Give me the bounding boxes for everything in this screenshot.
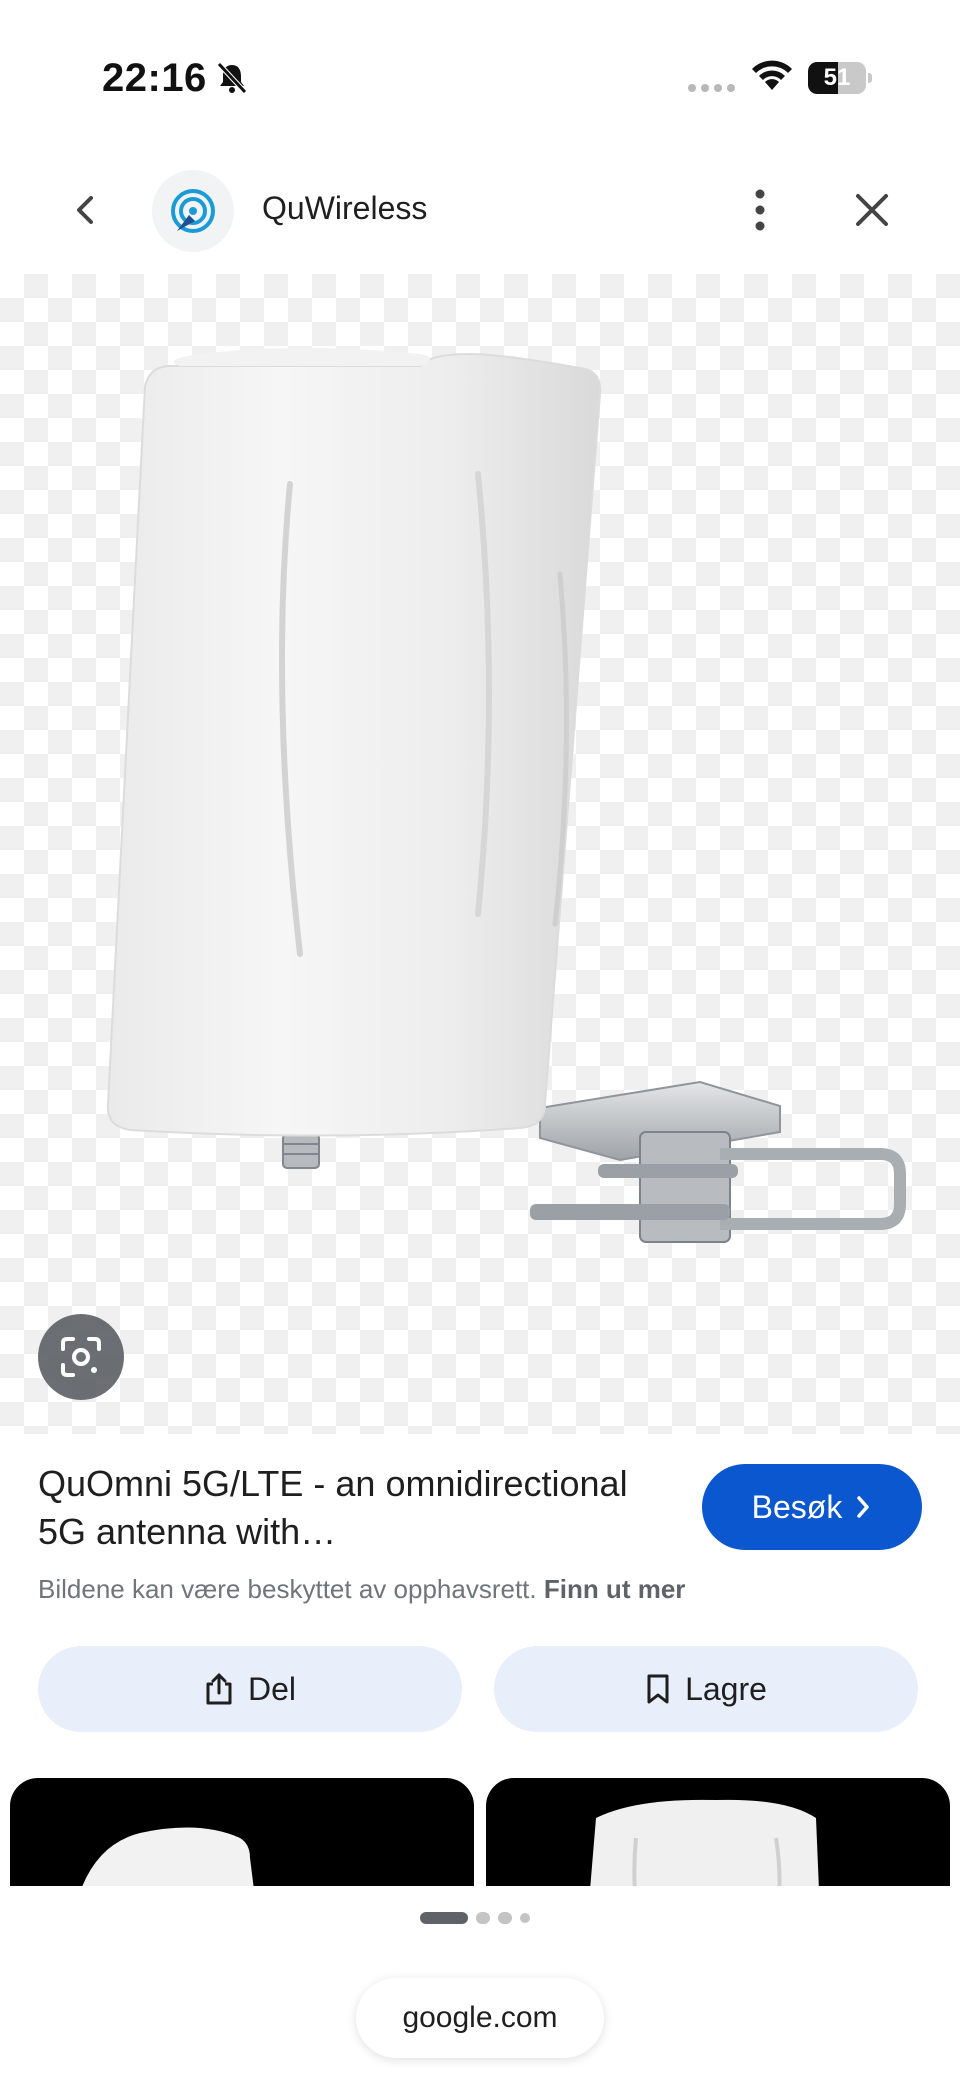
page-dot <box>476 1912 490 1924</box>
share-icon <box>206 1673 232 1705</box>
antenna-product-image <box>106 348 906 1243</box>
share-label: Del <box>247 1670 296 1707</box>
close-icon[interactable] <box>852 190 892 230</box>
result-title[interactable]: QuOmni 5G/LTE - an omnidirectional 5G an… <box>38 1460 678 1556</box>
more-vert-icon[interactable] <box>740 186 780 234</box>
learn-more-link[interactable]: Finn ut mer <box>544 1574 686 1604</box>
google-lens-button[interactable] <box>38 1314 124 1400</box>
visit-button-label: Besøk <box>751 1488 843 1525</box>
copyright-notice: Bildene kan være beskyttet av opphavsret… <box>38 1574 685 1605</box>
header: QuWireless <box>0 150 960 270</box>
bottom-bar: google.com <box>0 1886 960 2087</box>
share-button[interactable]: Del <box>38 1646 462 1732</box>
bookmark-icon <box>647 1674 669 1704</box>
site-logo-icon <box>171 189 215 233</box>
back-arrow-icon[interactable] <box>66 190 106 230</box>
site-logo[interactable] <box>152 170 234 252</box>
page-dot <box>520 1913 530 1923</box>
page-dot <box>498 1912 512 1924</box>
battery-level: 51 <box>823 64 851 91</box>
wifi-icon <box>752 60 792 90</box>
chevron-right-icon <box>857 1496 870 1518</box>
battery-icon: 51 <box>808 62 872 94</box>
page-dot-active <box>420 1912 468 1924</box>
status-time: 22:16 <box>102 56 207 100</box>
bell-slash-icon <box>217 62 247 94</box>
address-domain: google.com <box>402 2001 558 2034</box>
lens-icon <box>61 1337 101 1377</box>
preview-image[interactable] <box>0 274 960 1434</box>
related-image[interactable] <box>10 1778 474 1886</box>
address-bar[interactable]: google.com <box>356 1978 604 2058</box>
site-name[interactable]: QuWireless <box>262 190 427 227</box>
related-images <box>10 1778 950 1886</box>
signal-dots-icon <box>688 84 735 92</box>
save-button[interactable]: Lagre <box>494 1646 918 1732</box>
visit-button[interactable]: Besøk <box>702 1464 922 1550</box>
save-label: Lagre <box>685 1670 767 1707</box>
page-indicator <box>420 1912 530 1924</box>
related-antenna-image <box>82 1827 254 1886</box>
related-image[interactable] <box>486 1778 950 1886</box>
related-antenna-image <box>590 1799 819 1886</box>
copyright-text: Bildene kan være beskyttet av opphavsret… <box>38 1574 544 1604</box>
status-bar: 22:16 51 <box>0 0 960 140</box>
